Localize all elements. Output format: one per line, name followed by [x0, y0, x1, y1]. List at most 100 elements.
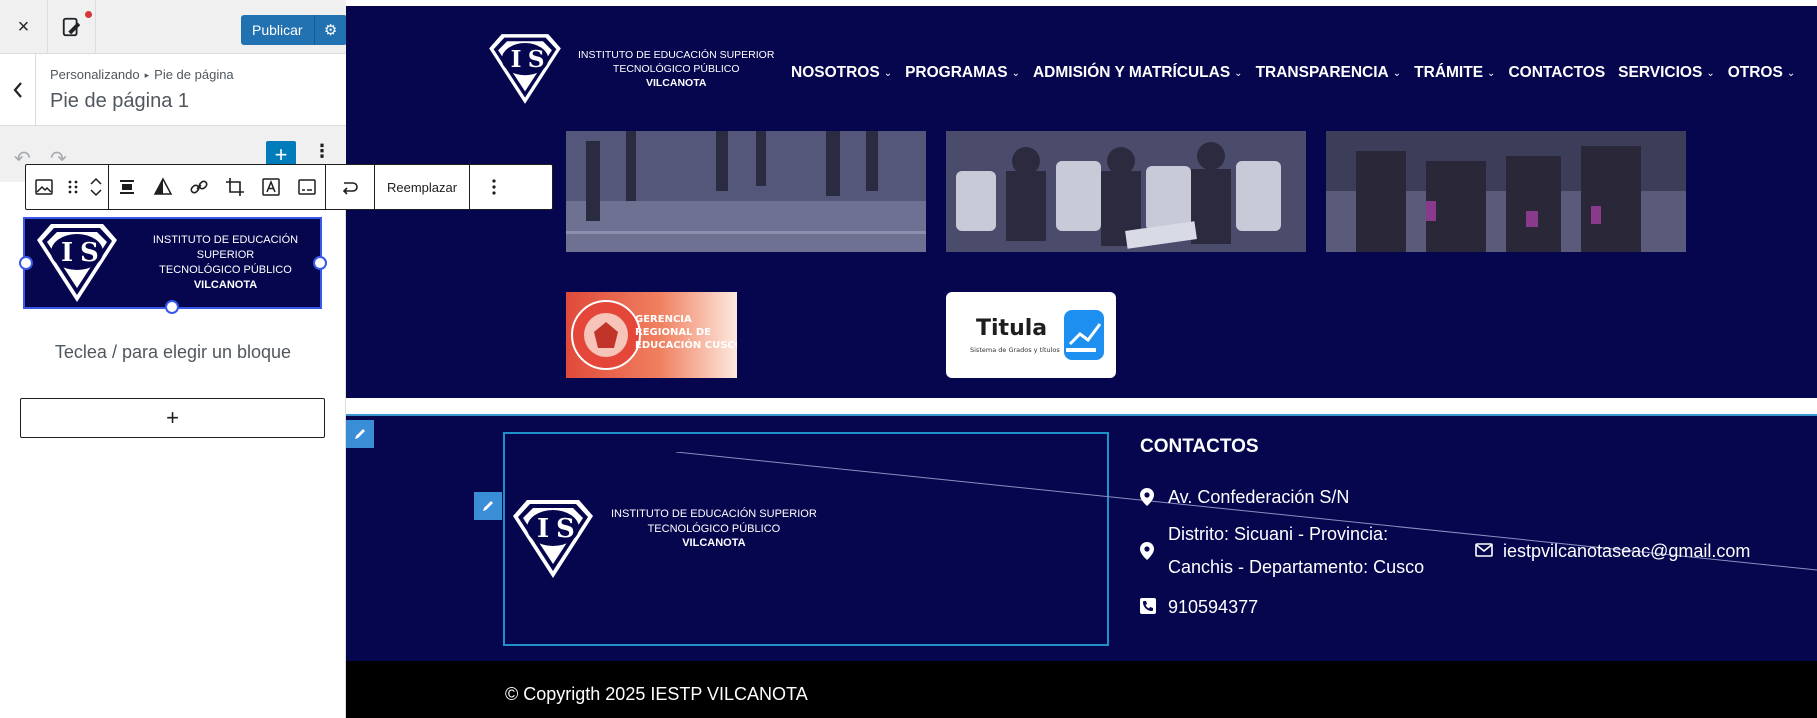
more-vertical-icon: [492, 179, 496, 195]
image-icon: [35, 179, 53, 195]
chevron-down-icon: ⌄: [1234, 67, 1243, 79]
svg-text:I: I: [61, 238, 73, 268]
site-logo[interactable]: I S INSTITUTO DE EDUCACIÓN SUPERIOR TECN…: [482, 30, 774, 108]
block-toolbar: Reemplazar: [25, 164, 553, 210]
address-row: Av. Confederación S/N: [1140, 480, 1349, 514]
align-button[interactable]: [109, 165, 145, 209]
transform-button[interactable]: [326, 165, 374, 209]
phone-icon: [1140, 590, 1168, 624]
svg-text:EDUCACIÓN CUSCO: EDUCACIÓN CUSCO: [635, 338, 737, 351]
chevron-down-icon: ⌄: [1706, 67, 1715, 79]
svg-text:I: I: [511, 46, 522, 73]
block-options-button[interactable]: [470, 165, 518, 209]
caption-icon: [298, 179, 316, 195]
nav-item-programas[interactable]: PROGRAMAS ⌄: [905, 64, 1020, 82]
duotone-button[interactable]: [145, 165, 181, 209]
nav-item-servicios[interactable]: SERVICIOS ⌄: [1618, 64, 1715, 82]
back-button[interactable]: [0, 54, 36, 126]
photo-audience-image: [946, 131, 1306, 252]
text-overlay-button[interactable]: [253, 165, 289, 209]
drag-handle[interactable]: [62, 165, 84, 209]
breadcrumb: Personalizando ▸ Pie de página: [50, 67, 234, 82]
edit-logo-shortcut[interactable]: [474, 492, 502, 520]
photo-crowd-image: [1326, 131, 1686, 252]
photo-parade-image: [566, 131, 926, 252]
block-type-group: [26, 165, 109, 209]
shuffle-icon: [342, 182, 358, 195]
crop-icon: [226, 178, 244, 196]
mail-icon: [1475, 541, 1503, 562]
svg-text:I: I: [537, 514, 549, 544]
section-separator: [346, 398, 1817, 416]
nav-item-otros[interactable]: OTROS ⌄: [1728, 64, 1796, 82]
replace-button[interactable]: Reemplazar: [375, 180, 469, 195]
breadcrumb-current: Pie de página: [154, 67, 234, 82]
customizer-top-bar: × Publicar ⚙: [0, 0, 347, 54]
section-header: Personalizando ▸ Pie de página Pie de pági…: [0, 54, 346, 126]
main-navigation: NOSOTROS ⌄ PROGRAMAS ⌄ ADMISIÓN Y MATRÍCUL…: [791, 64, 1808, 82]
svg-text:S: S: [80, 238, 99, 268]
nav-item-admision[interactable]: ADMISIÓN Y MATRÍCULAS ⌄: [1033, 64, 1243, 82]
block-appender-placeholder[interactable]: Teclea / para elegir un bloque: [0, 342, 346, 363]
edit-footer-shortcut[interactable]: [346, 420, 374, 448]
gallery-photo-parade[interactable]: [566, 131, 926, 252]
link-button[interactable]: [181, 165, 217, 209]
phone-row: 910594377: [1140, 590, 1258, 624]
notification-dot: [85, 11, 92, 18]
pencil-icon: [355, 429, 365, 439]
email-row: iestpvilcanotaseac@gmail.com: [1475, 541, 1750, 562]
resize-handle-bottom[interactable]: [165, 300, 179, 314]
chevron-left-icon: [13, 82, 22, 98]
replace-group: Reemplazar: [375, 165, 471, 209]
iestp-shield-logo: I S: [37, 224, 117, 302]
customizer-sidebar: × Publicar ⚙ Personalizando ▸ Pie de págin…: [0, 0, 553, 718]
style-book-button[interactable]: [48, 0, 96, 54]
map-pin-icon: [1140, 518, 1168, 584]
add-block-button[interactable]: +: [20, 398, 325, 438]
district-row: Distrito: Sicuani - Provincia: Canchis -…: [1140, 518, 1424, 584]
publish-settings-button[interactable]: ⚙: [314, 15, 347, 45]
district-text: Distrito: Sicuani - Provincia: Canchis -…: [1168, 524, 1425, 577]
block-tools-group: [109, 165, 326, 209]
resize-handle-right[interactable]: [313, 256, 327, 270]
svg-text:REGIONAL DE: REGIONAL DE: [635, 327, 711, 338]
nav-item-nosotros[interactable]: NOSOTROS ⌄: [791, 64, 892, 82]
brush-chart-icon: [62, 17, 80, 37]
svg-text:Sistema de Grados y títulos: Sistema de Grados y títulos: [970, 346, 1060, 354]
nav-item-transparencia[interactable]: TRANSPARENCIA ⌄: [1256, 64, 1402, 82]
svg-text:S: S: [528, 46, 545, 73]
options-menu-button[interactable]: ⋮: [313, 141, 331, 162]
site-preview: I S INSTITUTO DE EDUCACIÓN SUPERIOR TECN…: [346, 0, 1817, 718]
align-center-icon: [120, 180, 134, 194]
chevron-down-icon: ⌄: [1487, 67, 1496, 79]
copyright-text: © Copyrigth 2025 IESTP VILCANOTA: [505, 684, 808, 704]
logo-text: INSTITUTO DE EDUCACIÓN SUPERIOR TECNOLÓG…: [578, 48, 775, 90]
section-title: Pie de página 1: [50, 90, 190, 112]
chevron-down-icon: ⌄: [883, 67, 893, 79]
footer-section: I S INSTITUTO DE EDUCACIÓN SUPERIOR TECN…: [346, 418, 1817, 661]
selected-image-block[interactable]: I S INSTITUTO DE EDUCACIÓN SUPERIOR TECN…: [23, 217, 322, 309]
nav-item-tramite[interactable]: TRÁMITE ⌄: [1414, 64, 1495, 82]
close-customizer-button[interactable]: ×: [0, 0, 48, 54]
image-block-button[interactable]: [26, 165, 62, 209]
email-link[interactable]: iestpvilcanotaseac@gmail.com: [1503, 541, 1750, 562]
breadcrumb-separator-icon: ▸: [144, 70, 150, 80]
publish-group: Publicar ⚙: [241, 15, 347, 45]
publish-button[interactable]: Publicar: [241, 15, 315, 45]
link-icon: [190, 180, 208, 194]
copyright-bar: © Copyrigth 2025 IESTP VILCANOTA: [346, 661, 1817, 718]
move-buttons: [84, 165, 108, 209]
crop-button[interactable]: [217, 165, 253, 209]
chevron-up-icon[interactable]: [89, 175, 103, 187]
resize-handle-left[interactable]: [19, 256, 33, 270]
partner-logo-gerencia-cusco[interactable]: GERENCIA REGIONAL DE EDUCACIÓN CUSCO: [566, 292, 737, 378]
caption-button[interactable]: [289, 165, 325, 209]
chevron-down-icon[interactable]: [89, 187, 103, 199]
phone-text: 910594377: [1168, 597, 1259, 617]
gallery-photo-crowd[interactable]: [1326, 131, 1686, 252]
gallery-photo-audience[interactable]: [946, 131, 1306, 252]
nav-item-contactos[interactable]: CONTACTOS: [1508, 64, 1605, 82]
block-transform-group: [326, 165, 375, 209]
partner-logo-titula[interactable]: Titula Sistema de Grados y títulos: [946, 292, 1116, 378]
pencil-icon: [483, 501, 493, 511]
